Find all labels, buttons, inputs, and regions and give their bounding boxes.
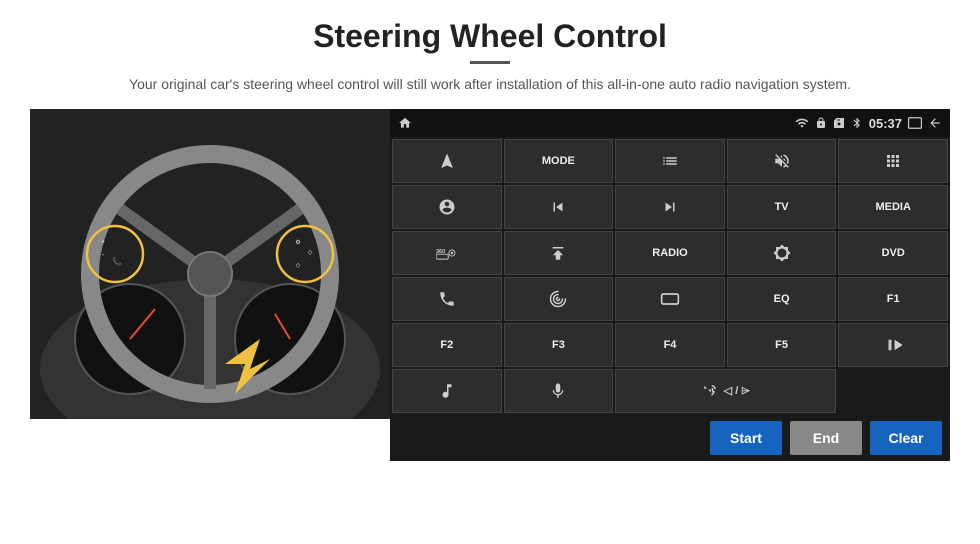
status-time: 05:37 bbox=[869, 116, 902, 131]
mic-btn[interactable] bbox=[504, 369, 614, 413]
bottom-bar: Start End Clear bbox=[390, 415, 950, 461]
brightness-btn[interactable] bbox=[727, 231, 837, 275]
vol-phone-btn[interactable]: ◁ / ⌲ bbox=[615, 369, 836, 413]
phone-btn[interactable] bbox=[392, 277, 502, 321]
svg-text:◇: ◇ bbox=[296, 263, 301, 269]
rect-btn[interactable] bbox=[615, 277, 725, 321]
list-btn[interactable] bbox=[615, 139, 725, 183]
clear-button[interactable]: Clear bbox=[870, 421, 942, 455]
radio-btn[interactable]: RADIO bbox=[615, 231, 725, 275]
f1-btn[interactable]: F1 bbox=[838, 277, 948, 321]
steering-wheel-image: + - 📞 ⚙ ◇ ◇ bbox=[30, 109, 390, 419]
media-btn[interactable]: MEDIA bbox=[838, 185, 948, 229]
f4-btn[interactable]: F4 bbox=[615, 323, 725, 367]
status-left bbox=[398, 116, 412, 130]
nav-btn[interactable] bbox=[392, 139, 502, 183]
svg-text:⚙: ⚙ bbox=[295, 239, 300, 246]
back-icon bbox=[928, 116, 942, 130]
home-icon bbox=[398, 116, 412, 130]
svg-text:+: + bbox=[101, 239, 105, 246]
dvd-btn[interactable]: DVD bbox=[838, 231, 948, 275]
sim-icon bbox=[833, 117, 845, 129]
status-bar: 05:37 bbox=[390, 109, 950, 137]
swirl-btn[interactable] bbox=[504, 277, 614, 321]
eject-btn[interactable] bbox=[504, 231, 614, 275]
radio-panel: 05:37 MODE bbox=[390, 109, 950, 461]
tv-btn[interactable]: TV bbox=[727, 185, 837, 229]
mode-btn[interactable]: MODE bbox=[504, 139, 614, 183]
prev-btn[interactable] bbox=[504, 185, 614, 229]
f2-btn[interactable]: F2 bbox=[392, 323, 502, 367]
f3-btn[interactable]: F3 bbox=[504, 323, 614, 367]
page-wrapper: Steering Wheel Control Your original car… bbox=[0, 0, 980, 544]
page-subtitle: Your original car's steering wheel contr… bbox=[129, 74, 851, 95]
page-title: Steering Wheel Control bbox=[313, 18, 667, 55]
screen-icon bbox=[908, 117, 922, 129]
apps-btn[interactable] bbox=[838, 139, 948, 183]
play-pause-btn[interactable] bbox=[838, 323, 948, 367]
end-button[interactable]: End bbox=[790, 421, 862, 455]
eq-btn[interactable]: EQ bbox=[727, 277, 837, 321]
cam360-btn[interactable]: 360 bbox=[392, 231, 502, 275]
button-grid: MODE bbox=[390, 137, 950, 415]
mute-btn[interactable] bbox=[727, 139, 837, 183]
status-right: 05:37 bbox=[795, 116, 942, 131]
title-divider bbox=[470, 61, 510, 64]
settings-btn[interactable] bbox=[392, 185, 502, 229]
svg-text:◇: ◇ bbox=[308, 250, 313, 256]
bluetooth-icon bbox=[851, 117, 863, 129]
next-btn[interactable] bbox=[615, 185, 725, 229]
wifi-icon bbox=[795, 116, 809, 130]
music-btn[interactable] bbox=[392, 369, 502, 413]
start-button[interactable]: Start bbox=[710, 421, 782, 455]
content-row: + - 📞 ⚙ ◇ ◇ bbox=[30, 109, 950, 461]
svg-text:📞: 📞 bbox=[112, 256, 122, 266]
empty-btn bbox=[838, 369, 948, 413]
lock-icon bbox=[815, 117, 827, 129]
f5-btn[interactable]: F5 bbox=[727, 323, 837, 367]
